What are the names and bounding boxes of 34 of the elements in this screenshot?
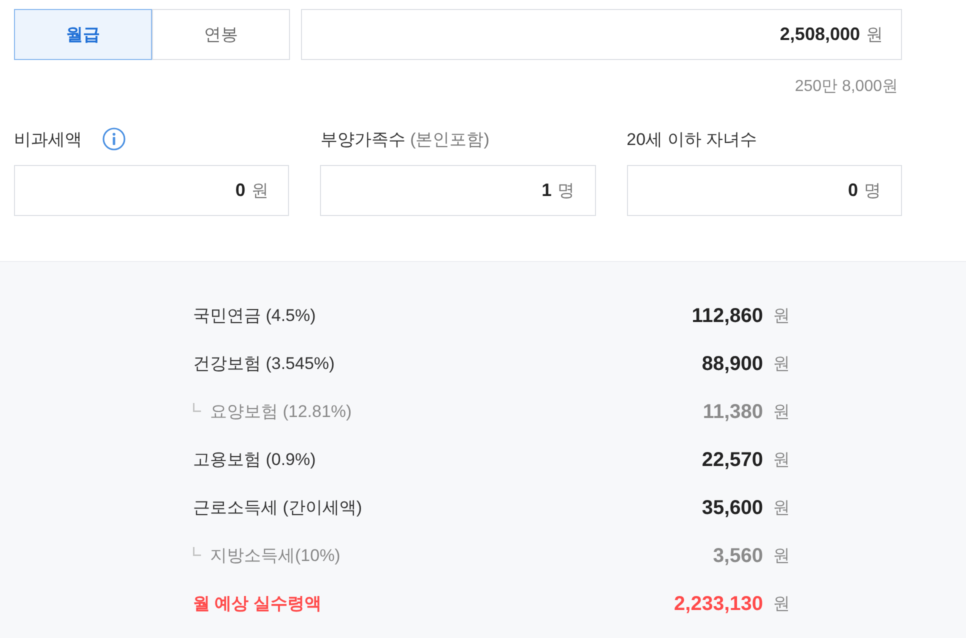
currency-unit: 원 bbox=[773, 401, 790, 424]
number-input-field[interactable]: 0 원 bbox=[14, 165, 290, 216]
currency-unit: 원 bbox=[773, 545, 790, 568]
deduction-amount: 112,860 bbox=[692, 304, 763, 329]
currency-unit: 원 bbox=[773, 497, 790, 520]
deduction-label: 요양보험 (12.81%) bbox=[210, 401, 352, 424]
salary-in-words: 250만 8,000원 bbox=[794, 77, 898, 97]
indent-corner-icon bbox=[193, 546, 201, 556]
pay-type-tab[interactable]: 월급 bbox=[14, 9, 152, 60]
currency-unit: 원 bbox=[773, 593, 790, 616]
info-icon[interactable] bbox=[102, 127, 126, 151]
field-label: 비과세액 bbox=[14, 129, 82, 152]
field-label: 20세 이하 자녀수 bbox=[626, 129, 758, 152]
salary-input-field[interactable]: 2,508,000 원 bbox=[301, 9, 902, 60]
deduction-amount: 3,560 bbox=[712, 544, 763, 569]
deduction-label: 국민연금 (4.5%) bbox=[193, 305, 316, 328]
pay-type-tab[interactable]: 연봉 bbox=[152, 9, 290, 60]
deduction-label: 고용보험 (0.9%) bbox=[193, 449, 316, 472]
deduction-amount: 22,570 bbox=[702, 448, 763, 473]
indent-corner-icon bbox=[193, 402, 201, 412]
deduction-label: 건강보험 (3.545%) bbox=[193, 353, 335, 376]
number-input-field[interactable]: 0 명 bbox=[626, 165, 902, 216]
field-label: 부양가족수 (본인포함) bbox=[320, 129, 490, 152]
deduction-label: 지방소득세(10%) bbox=[210, 545, 340, 568]
deduction-amount: 88,900 bbox=[702, 352, 763, 377]
currency-unit: 원 bbox=[773, 305, 790, 328]
currency-unit: 원 bbox=[773, 449, 790, 472]
currency-unit: 원 bbox=[773, 353, 790, 376]
deduction-amount: 35,600 bbox=[702, 496, 763, 521]
deduction-amount: 2,233,130 bbox=[674, 592, 763, 617]
deduction-label: 근로소득세 (간이세액) bbox=[193, 497, 362, 520]
number-input-field[interactable]: 1 명 bbox=[320, 165, 596, 216]
deduction-amount: 11,380 bbox=[702, 400, 763, 425]
deduction-label: 월 예상 실수령액 bbox=[193, 593, 322, 616]
